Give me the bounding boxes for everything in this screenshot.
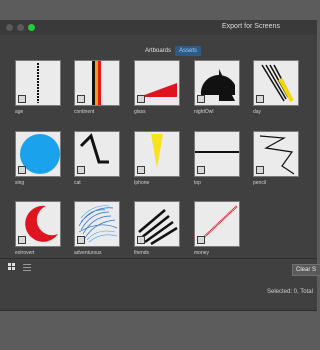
asset-checkbox[interactable] [77,166,85,174]
asset-tile-cat[interactable]: cat [74,131,121,186]
asset-checkbox[interactable] [197,166,205,174]
asset-tile-age[interactable]: age [15,60,62,115]
asset-checkbox[interactable] [256,166,264,174]
asset-tile-iphone[interactable]: Iphone [134,131,181,186]
asset-tile-glass[interactable]: glass [134,60,181,115]
asset-tile-top[interactable]: top [194,131,241,186]
asset-checkbox[interactable] [256,95,264,103]
asset-thumbnail [194,131,240,177]
asset-thumbnail [253,131,299,177]
asset-label: glass [134,109,146,115]
asset-checkbox[interactable] [18,236,26,244]
asset-tile-nightowl[interactable]: nightOwl [194,60,241,115]
asset-label: Iphone [134,180,150,186]
asset-label: age [15,109,24,115]
asset-label: friends [134,250,150,256]
asset-thumbnail [194,60,240,106]
asset-thumbnail [74,131,120,177]
asset-thumbnail [15,60,61,106]
asset-tile-money[interactable]: money [194,201,241,256]
asset-thumbnail [194,201,240,247]
asset-label: top [194,180,201,186]
asset-thumbnail [74,201,120,247]
asset-label: sing [15,180,25,186]
asset-label: money [194,250,210,256]
selection-status: Selected: 0, Total [267,289,313,295]
asset-tile-pencil[interactable]: pencil [253,131,300,186]
asset-thumbnail [134,60,180,106]
asset-checkbox[interactable] [197,95,205,103]
clear-selection-button[interactable]: Clear S [292,264,320,276]
asset-thumbnail [134,131,180,177]
asset-checkbox[interactable] [197,236,205,244]
asset-label: adventurous [74,250,102,256]
asset-checkbox[interactable] [18,95,26,103]
asset-tile-sing[interactable]: sing [15,131,62,186]
asset-checkbox[interactable] [77,236,85,244]
view-toggle-group [8,263,32,272]
asset-label: continent [74,109,95,115]
asset-tile-day[interactable]: day [253,60,300,115]
asset-tile-continent[interactable]: continent [74,60,121,115]
asset-checkbox[interactable] [137,95,145,103]
asset-checkbox[interactable] [77,95,85,103]
asset-thumbnail [15,201,61,247]
asset-thumbnail [134,201,180,247]
asset-label: day [253,109,262,115]
asset-label: pencil [253,180,267,186]
asset-checkbox[interactable] [18,166,26,174]
asset-grid: age continent glass nightOwl day sing ca… [0,0,317,350]
asset-tile-friends[interactable]: friends [134,201,181,256]
asset-thumbnail [15,131,61,177]
asset-label: cat [74,180,81,186]
footer-divider [0,258,317,259]
asset-label: extrovert [15,250,35,256]
asset-tile-extrovert[interactable]: extrovert [15,201,62,256]
asset-checkbox[interactable] [137,236,145,244]
asset-label: nightOwl [194,109,214,115]
list-view-icon[interactable] [23,263,32,272]
asset-thumbnail [74,60,120,106]
grid-view-icon[interactable] [8,263,17,272]
asset-tile-adventurous[interactable]: adventurous [74,201,121,256]
asset-thumbnail [253,60,299,106]
asset-checkbox[interactable] [137,166,145,174]
